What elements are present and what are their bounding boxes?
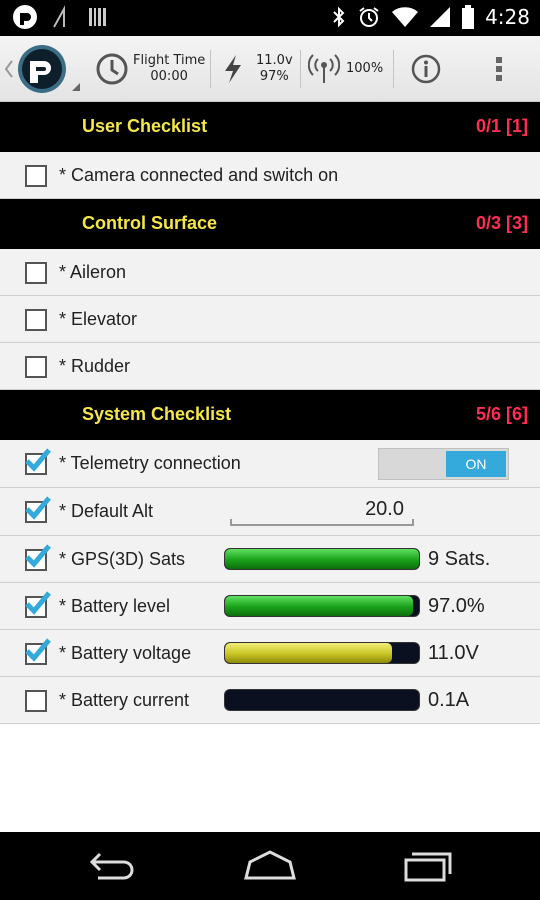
battery-current-bar (224, 689, 420, 711)
item-label: * GPS(3D) Sats (59, 549, 186, 569)
checklist-item[interactable]: * Battery level 97.0% (0, 583, 540, 630)
section-title: System Checklist (82, 404, 232, 424)
info-icon (411, 54, 441, 84)
item-label: * Camera connected and switch on (59, 165, 339, 185)
alarm-icon (359, 7, 379, 27)
checklist-item[interactable]: * Battery current 0.1A (0, 677, 540, 724)
recent-apps-icon (404, 852, 452, 882)
cell-signal-icon (430, 7, 451, 27)
info-button[interactable] (410, 36, 442, 102)
signal-off-icon (53, 5, 65, 28)
checklist-item[interactable]: * GPS(3D) Sats 9 Sats. (0, 536, 540, 583)
app-home-button[interactable] (4, 36, 80, 102)
battery-icon (462, 5, 475, 29)
action-bar: Flight Time 00:00 11.0v 97% 100% (0, 36, 540, 102)
navigation-bar (0, 832, 540, 900)
more-vert-icon (496, 57, 502, 81)
checkmark-icon (25, 448, 51, 472)
battery-widget[interactable]: 11.0v 97% (222, 36, 293, 102)
checkbox-unchecked[interactable] (25, 690, 47, 712)
back-arrow-icon (89, 852, 134, 880)
default-alt-input[interactable]: 20.0 (230, 496, 414, 526)
checklist-item[interactable]: * Telemetry connection ON (0, 440, 540, 488)
section-count: 0/1 [1] (475, 116, 528, 136)
home-button[interactable] (242, 848, 298, 886)
action-bar-divider (210, 50, 211, 88)
section-header-control[interactable]: Control Surface 0/3 [3] (0, 199, 540, 249)
checkmark-icon (25, 638, 51, 662)
battery-level-value: 97.0% (428, 595, 485, 617)
checklist-content: User Checklist 0/1 [1] * Camera connecte… (0, 102, 540, 832)
lightning-icon (225, 55, 241, 83)
action-bar-divider (393, 50, 394, 88)
gps-sats-bar (224, 548, 420, 570)
signal-widget[interactable]: 100% (308, 36, 383, 102)
item-label: * Battery current (59, 690, 190, 710)
checklist-item[interactable]: * Aileron (0, 249, 540, 296)
battery-voltage-bar (224, 642, 420, 664)
checkbox-unchecked[interactable] (25, 165, 47, 187)
battery-voltage-text: 11.0v (256, 53, 293, 68)
default-alt-value: 20.0 (365, 498, 404, 520)
item-label: * Aileron (59, 262, 127, 282)
section-count: 0/3 [3] (475, 213, 528, 233)
bluetooth-icon (333, 6, 345, 28)
barcode-icon (89, 8, 106, 26)
flight-time-value: 00:00 (150, 69, 188, 84)
back-chevron-icon (4, 60, 13, 78)
wifi-icon (392, 7, 419, 27)
checkmark-icon (25, 496, 51, 520)
checklist-item[interactable]: * Battery voltage 11.0V (0, 630, 540, 677)
item-label: * Battery level (59, 596, 171, 616)
gps-sats-value: 9 Sats. (428, 548, 491, 570)
battery-voltage-value: 11.0V (428, 642, 479, 664)
item-label: * Rudder (59, 356, 131, 376)
checklist-item[interactable]: * Camera connected and switch on (0, 152, 540, 199)
app-logo-icon (18, 45, 66, 93)
dropdown-corner-icon (72, 83, 80, 91)
item-label: * Default Alt (59, 501, 154, 521)
home-icon (244, 850, 296, 880)
battery-level-bar-fill (225, 596, 414, 616)
telemetry-toggle[interactable]: ON (378, 448, 509, 480)
section-header-system[interactable]: System Checklist 5/6 [6] (0, 390, 540, 440)
battery-level-bar (224, 595, 420, 617)
back-button[interactable] (88, 848, 138, 886)
checkmark-icon (25, 591, 51, 615)
item-label: * Telemetry connection (59, 453, 241, 473)
gps-sats-bar-fill (225, 549, 419, 569)
section-count: 5/6 [6] (475, 404, 528, 424)
checkbox-unchecked[interactable] (25, 309, 47, 331)
signal-percent-text: 100% (346, 61, 384, 76)
checkmark-icon (25, 544, 51, 568)
overflow-menu-button[interactable] (492, 36, 506, 102)
status-bar: 4:28 (0, 0, 540, 36)
status-time: 4:28 (485, 5, 530, 29)
battery-current-value: 0.1A (428, 689, 470, 711)
antenna-signal-icon (308, 54, 340, 83)
battery-voltage-bar-fill (225, 643, 392, 663)
battery-percent-text: 97% (259, 69, 289, 84)
checkbox-unchecked[interactable] (25, 262, 47, 284)
section-title: User Checklist (82, 116, 208, 136)
checkbox-unchecked[interactable] (25, 356, 47, 378)
recent-apps-button[interactable] (402, 848, 454, 886)
item-label: * Battery voltage (59, 643, 192, 663)
toggle-on-label: ON (446, 451, 506, 477)
checklist-item[interactable]: * Elevator (0, 296, 540, 343)
flight-time-label: Flight Time (133, 53, 206, 68)
app-notification-icon (13, 5, 37, 29)
action-bar-divider (300, 50, 301, 88)
flight-time-widget[interactable]: Flight Time 00:00 (95, 36, 205, 102)
section-title: Control Surface (82, 213, 218, 233)
checklist-item[interactable]: * Rudder (0, 343, 540, 390)
section-header-user[interactable]: User Checklist 0/1 [1] (0, 102, 540, 152)
checklist-item[interactable]: * Default Alt 20.0 (0, 488, 540, 536)
clock-icon (96, 53, 128, 85)
item-label: * Elevator (59, 309, 138, 329)
